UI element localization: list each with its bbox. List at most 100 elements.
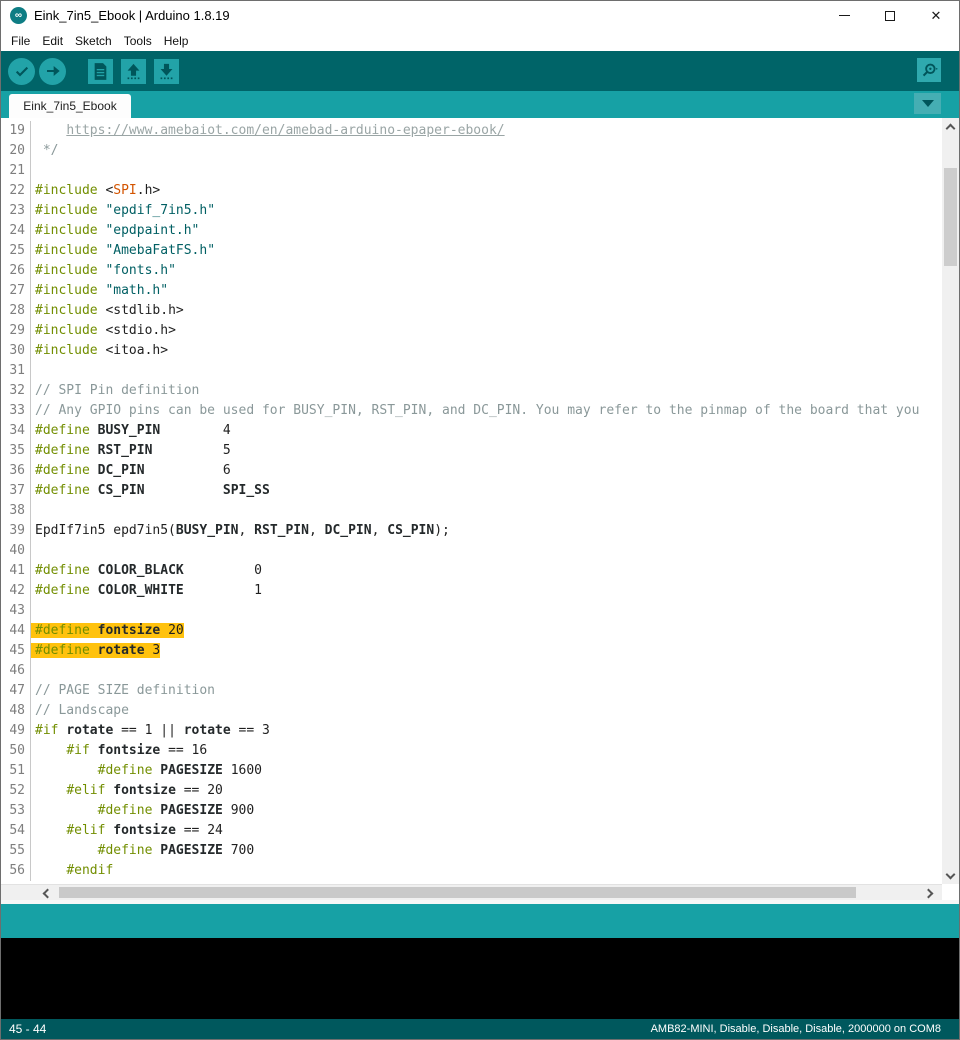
scroll-left-arrow[interactable] bbox=[37, 885, 54, 900]
code-line[interactable]: 32// SPI Pin definition bbox=[1, 381, 942, 401]
code-text: #define BUSY_PIN 4 bbox=[31, 423, 231, 438]
window-title: Eink_7in5_Ebook | Arduino 1.8.19 bbox=[34, 8, 230, 23]
code-text: #define COLOR_BLACK 0 bbox=[31, 563, 262, 578]
code-line[interactable]: 51 #define PAGESIZE 1600 bbox=[1, 761, 942, 781]
status-strip bbox=[1, 904, 959, 938]
code-text: #define CS_PIN SPI_SS bbox=[31, 483, 270, 498]
tab-list-dropdown-button[interactable] bbox=[914, 93, 941, 114]
verify-button[interactable] bbox=[8, 58, 35, 85]
toolbar bbox=[1, 51, 959, 91]
code-line[interactable]: 40 bbox=[1, 541, 942, 561]
line-number: 24 bbox=[1, 221, 31, 241]
minimize-button[interactable] bbox=[821, 1, 867, 30]
code-line[interactable]: 37#define CS_PIN SPI_SS bbox=[1, 481, 942, 501]
serial-monitor-button[interactable] bbox=[917, 58, 941, 82]
code-line[interactable]: 46 bbox=[1, 661, 942, 681]
code-line[interactable]: 53 #define PAGESIZE 900 bbox=[1, 801, 942, 821]
maximize-button[interactable] bbox=[867, 1, 913, 30]
code-line[interactable]: 45#define rotate 3 bbox=[1, 641, 942, 661]
code-line[interactable]: 52 #elif fontsize == 20 bbox=[1, 781, 942, 801]
code-lines[interactable]: 19 https://www.amebaiot.com/en/amebad-ar… bbox=[1, 118, 942, 884]
code-line[interactable]: 39EpdIf7in5 epd7in5(BUSY_PIN, RST_PIN, D… bbox=[1, 521, 942, 541]
line-number: 31 bbox=[1, 361, 31, 381]
menu-item-file[interactable]: File bbox=[5, 32, 36, 50]
code-line[interactable]: 31 bbox=[1, 361, 942, 381]
code-line[interactable]: 50 #if fontsize == 16 bbox=[1, 741, 942, 761]
code-line[interactable]: 55 #define PAGESIZE 700 bbox=[1, 841, 942, 861]
code-text: https://www.amebaiot.com/en/amebad-ardui… bbox=[31, 123, 505, 138]
code-text-highlighted: #define rotate 3 bbox=[31, 643, 160, 658]
code-line[interactable]: 43 bbox=[1, 601, 942, 621]
code-line[interactable]: 28#include <stdlib.h> bbox=[1, 301, 942, 321]
statusbar: 45 - 44 AMB82-MINI, Disable, Disable, Di… bbox=[1, 1019, 959, 1039]
open-button[interactable] bbox=[121, 59, 146, 84]
save-button[interactable] bbox=[154, 59, 179, 84]
horizontal-scrollbar[interactable] bbox=[1, 884, 942, 900]
scroll-up-arrow[interactable] bbox=[942, 118, 959, 135]
code-text: #include <itoa.h> bbox=[31, 343, 168, 358]
code-line[interactable]: 38 bbox=[1, 501, 942, 521]
code-line[interactable]: 22#include <SPI.h> bbox=[1, 181, 942, 201]
line-status: 45 - 44 bbox=[9, 1022, 46, 1036]
menu-item-edit[interactable]: Edit bbox=[36, 32, 69, 50]
line-number: 34 bbox=[1, 421, 31, 441]
arduino-logo-icon: ∞ bbox=[10, 7, 27, 24]
line-number: 41 bbox=[1, 561, 31, 581]
code-text: #define PAGESIZE 900 bbox=[31, 803, 254, 818]
code-text-highlighted: #define fontsize 20 bbox=[31, 623, 184, 638]
line-number: 43 bbox=[1, 601, 31, 621]
line-number: 54 bbox=[1, 821, 31, 841]
code-line[interactable]: 35#define RST_PIN 5 bbox=[1, 441, 942, 461]
code-line[interactable]: 23#include "epdif_7in5.h" bbox=[1, 201, 942, 221]
magnifier-icon bbox=[921, 62, 938, 79]
code-line[interactable]: 49#if rotate == 1 || rotate == 3 bbox=[1, 721, 942, 741]
code-line[interactable]: 25#include "AmebaFatFS.h" bbox=[1, 241, 942, 261]
close-button[interactable]: ✕ bbox=[913, 1, 959, 30]
line-number: 52 bbox=[1, 781, 31, 801]
scroll-right-arrow[interactable] bbox=[921, 885, 938, 900]
line-number: 51 bbox=[1, 761, 31, 781]
line-number: 48 bbox=[1, 701, 31, 721]
menu-item-tools[interactable]: Tools bbox=[118, 32, 158, 50]
code-line[interactable]: 33// Any GPIO pins can be used for BUSY_… bbox=[1, 401, 942, 421]
code-line[interactable]: 20 */ bbox=[1, 141, 942, 161]
code-line[interactable]: 36#define DC_PIN 6 bbox=[1, 461, 942, 481]
code-text bbox=[31, 163, 35, 178]
line-number: 21 bbox=[1, 161, 31, 181]
code-line[interactable]: 47// PAGE SIZE definition bbox=[1, 681, 942, 701]
code-line[interactable]: 34#define BUSY_PIN 4 bbox=[1, 421, 942, 441]
code-line[interactable]: 21 bbox=[1, 161, 942, 181]
horizontal-scroll-thumb[interactable] bbox=[59, 887, 856, 898]
code-line[interactable]: 26#include "fonts.h" bbox=[1, 261, 942, 281]
document-icon bbox=[93, 63, 108, 80]
tab-eink-7in5-ebook[interactable]: Eink_7in5_Ebook bbox=[9, 94, 131, 118]
code-text: #include "math.h" bbox=[31, 283, 168, 298]
code-line[interactable]: 48// Landscape bbox=[1, 701, 942, 721]
code-text: #include "fonts.h" bbox=[31, 263, 176, 278]
code-text: #include "epdif_7in5.h" bbox=[31, 203, 215, 218]
vertical-scroll-thumb[interactable] bbox=[944, 168, 957, 266]
code-text bbox=[31, 663, 35, 678]
code-line[interactable]: 27#include "math.h" bbox=[1, 281, 942, 301]
verify-check-icon bbox=[14, 63, 30, 79]
code-text: #include <stdio.h> bbox=[31, 323, 176, 338]
new-sketch-button[interactable] bbox=[88, 59, 113, 84]
code-text: #define PAGESIZE 1600 bbox=[31, 763, 262, 778]
scroll-down-arrow[interactable] bbox=[942, 867, 959, 884]
upload-button[interactable] bbox=[39, 58, 66, 85]
code-line[interactable]: 42#define COLOR_WHITE 1 bbox=[1, 581, 942, 601]
code-line[interactable]: 44#define fontsize 20 bbox=[1, 621, 942, 641]
code-line[interactable]: 30#include <itoa.h> bbox=[1, 341, 942, 361]
code-line[interactable]: 29#include <stdio.h> bbox=[1, 321, 942, 341]
code-line[interactable]: 19 https://www.amebaiot.com/en/amebad-ar… bbox=[1, 121, 942, 141]
vertical-scrollbar[interactable] bbox=[942, 118, 959, 884]
menu-item-help[interactable]: Help bbox=[158, 32, 195, 50]
line-number: 37 bbox=[1, 481, 31, 501]
code-line[interactable]: 56 #endif bbox=[1, 861, 942, 881]
arduino-ide-window: ∞ Eink_7in5_Ebook | Arduino 1.8.19 ✕ Fil… bbox=[0, 0, 960, 1040]
code-line[interactable]: 41#define COLOR_BLACK 0 bbox=[1, 561, 942, 581]
menu-item-sketch[interactable]: Sketch bbox=[69, 32, 118, 50]
code-line[interactable]: 24#include "epdpaint.h" bbox=[1, 221, 942, 241]
code-text: #elif fontsize == 24 bbox=[31, 823, 223, 838]
code-line[interactable]: 54 #elif fontsize == 24 bbox=[1, 821, 942, 841]
